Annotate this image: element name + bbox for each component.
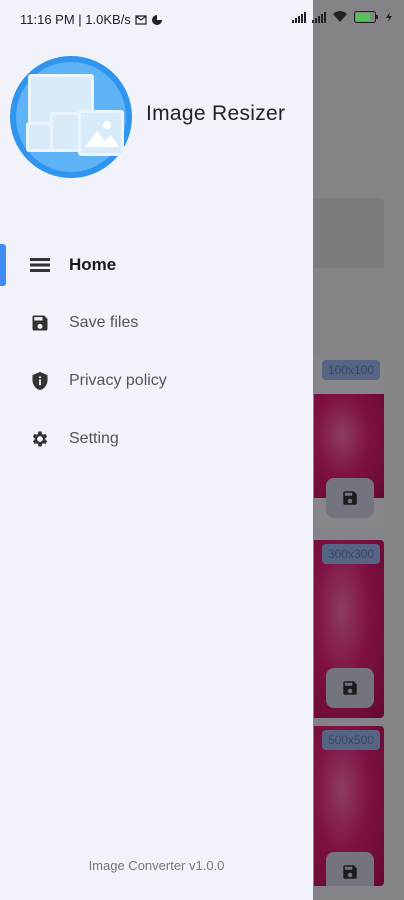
- signal-icon: [312, 11, 326, 23]
- menu-item-label: Save files: [69, 314, 139, 331]
- app-title: Image Resizer: [146, 102, 286, 125]
- app-version: Image Converter v1.0.0: [88, 858, 225, 873]
- data-saver-icon: [151, 14, 162, 25]
- shield-icon: [30, 371, 50, 391]
- menu-item-save-files[interactable]: Save files: [0, 294, 313, 352]
- wifi-icon: [333, 11, 347, 22]
- drawer-menu: Home Save files Privacy policy Setting: [0, 236, 313, 468]
- charging-icon: [386, 12, 392, 22]
- status-bar: 11:16 PM | 1.0KB/s: [0, 0, 404, 40]
- floppy-disk-icon: [30, 313, 50, 333]
- navigation-drawer: Image Resizer Home Save files Privacy po…: [0, 0, 313, 900]
- drawer-header: Image Resizer: [0, 50, 313, 180]
- menu-item-privacy-policy[interactable]: Privacy policy: [0, 352, 313, 410]
- app-logo: [10, 56, 132, 178]
- image-icon: [85, 121, 119, 147]
- menu-item-label: Setting: [69, 430, 119, 447]
- menu-item-home[interactable]: Home: [0, 236, 313, 294]
- active-indicator: [0, 244, 6, 286]
- mail-icon: [135, 14, 147, 25]
- menu-item-label: Privacy policy: [69, 372, 167, 389]
- gear-icon: [30, 429, 50, 449]
- menu-item-setting[interactable]: Setting: [0, 410, 313, 468]
- list-icon: [30, 255, 50, 275]
- signal-icon: [292, 11, 306, 23]
- battery-icon: [354, 11, 378, 23]
- menu-item-label: Home: [69, 255, 117, 274]
- status-time: 11:16 PM | 1.0KB/s: [20, 12, 131, 27]
